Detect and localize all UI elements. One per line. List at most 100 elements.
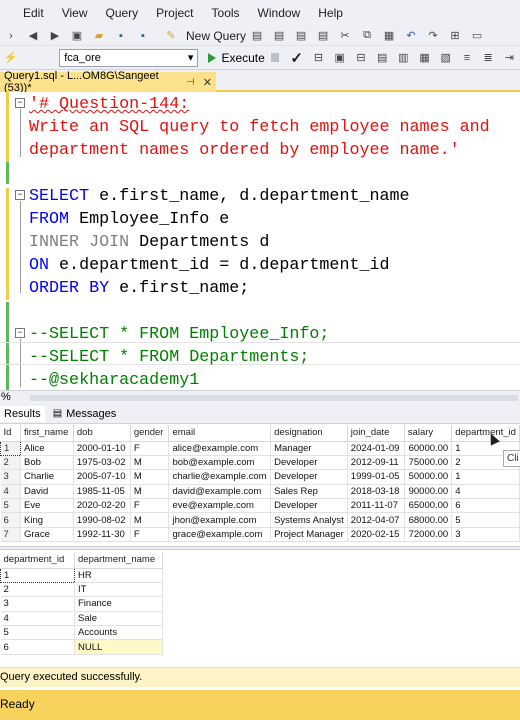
table-cell[interactable]: 90000.00 [404, 484, 453, 500]
table-cell[interactable]: Developer [270, 498, 348, 514]
table-cell[interactable]: 2024-01-09 [347, 441, 405, 456]
table-cell[interactable]: Project Manager [270, 527, 348, 543]
comment-icon[interactable]: ≡ [459, 51, 474, 65]
table-cell[interactable]: 4 [0, 611, 75, 627]
table-cell[interactable]: 75000.00 [404, 455, 453, 471]
column-header[interactable]: email [168, 425, 272, 442]
table-cell[interactable]: M [130, 469, 170, 485]
table-row[interactable]: 1 Alice 2000-01-10 Falice@example.com Manage… [0, 440, 520, 456]
column-header[interactable]: join_date [347, 425, 405, 442]
table-cell[interactable]: 72000.00 [404, 527, 453, 543]
results-to-text-icon[interactable]: ▥ [396, 51, 411, 65]
table-cell[interactable]: charlie@example.com [168, 469, 272, 485]
table-cell[interactable]: F [130, 441, 170, 456]
table-cell[interactable]: Charlie [20, 469, 74, 485]
table-row[interactable]: 5 Accounts [0, 625, 163, 641]
table-row[interactable]: 2 Bob 1975-03-02 Mbob@example.com Developer 2… [0, 455, 520, 471]
table-cell[interactable]: Accounts [74, 625, 163, 641]
indent-icon[interactable]: ⇥ [502, 51, 517, 65]
table-cell[interactable]: 2000-01-10 [73, 441, 131, 456]
table-cell[interactable]: F [130, 527, 170, 543]
connect-icon[interactable]: ⚡ [3, 51, 18, 65]
results-divider[interactable] [0, 546, 520, 550]
column-header[interactable]: dob [73, 425, 131, 442]
table-cell[interactable]: 2011-11-07 [347, 498, 405, 514]
results-grid-employees[interactable]: Id first_name dob gender email designati… [0, 425, 520, 543]
query-designer-icon[interactable]: ▣ [332, 51, 347, 65]
paste-icon[interactable]: ▦ [381, 29, 397, 43]
results-to-file-icon[interactable]: ▧ [438, 51, 453, 65]
menu-tools[interactable]: Tools [203, 6, 249, 20]
save-icon[interactable]: ▪ [113, 29, 129, 43]
table-row[interactable]: 7 Grace 1992-11-30 Fgrace@example.com Projec… [0, 527, 520, 543]
table-cell[interactable]: Sales Rep [270, 484, 348, 500]
table-cell[interactable]: 2012-09-11 [347, 455, 405, 471]
table-cell[interactable]: 68000.00 [404, 512, 453, 528]
display-plan-icon[interactable]: ⊟ [311, 51, 326, 65]
horizontal-scrollbar[interactable] [30, 395, 518, 401]
query-mdx-icon[interactable]: ▤ [249, 29, 265, 43]
table-cell[interactable]: 2018-03-18 [347, 484, 405, 500]
table-cell[interactable]: F [130, 498, 170, 514]
results-to-grid-icon[interactable]: ▦ [417, 51, 432, 65]
row-number-cell[interactable]: 3 [0, 469, 21, 485]
table-cell[interactable]: 2020-02-20 [73, 498, 131, 514]
table-cell[interactable]: M [130, 484, 170, 500]
undo-icon[interactable]: ↶ [403, 29, 419, 43]
table-cell[interactable]: Finance [74, 596, 163, 612]
table-row[interactable]: 6 King 1990-08-02 Mjhon@example.com Systems … [0, 512, 520, 528]
table-cell[interactable]: 1 [0, 567, 75, 583]
back-icon[interactable]: ◀ [25, 29, 41, 43]
table-cell[interactable]: alice@example.com [168, 441, 272, 456]
column-header[interactable]: department_id [0, 552, 75, 569]
uncomment-icon[interactable]: ≣ [481, 51, 496, 65]
table-row[interactable]: 4 David 1985-11-05 Mdavid@example.com Sales … [0, 484, 520, 500]
table-cell[interactable]: Sale [74, 611, 163, 627]
table-cell[interactable]: Developer [270, 469, 348, 485]
table-cell[interactable]: 5 [0, 625, 75, 641]
forward-icon[interactable]: ▶ [47, 29, 63, 43]
table-cell[interactable]: Alice [20, 441, 74, 456]
redo-icon[interactable]: ↷ [425, 29, 441, 43]
table-cell[interactable]: eve@example.com [168, 498, 272, 514]
table-cell[interactable]: 1990-08-02 [73, 512, 131, 528]
cancel-query-icon[interactable] [270, 53, 280, 62]
results-grid-departments[interactable]: department_id department_name 1 HR 2 IT 3 Fin… [0, 552, 163, 655]
tab-messages[interactable]: ▤ Messages [53, 408, 117, 420]
table-row[interactable]: 1 HR [0, 567, 163, 583]
table-row[interactable]: 4 Sale [0, 611, 163, 627]
column-header[interactable]: department_name [74, 552, 163, 569]
table-cell[interactable]: HR [74, 568, 163, 583]
include-plan-icon[interactable]: ⊟ [353, 51, 368, 65]
execute-button[interactable]: Execute [208, 51, 265, 65]
table-cell[interactable]: Systems Analyst [270, 512, 348, 528]
table-cell[interactable]: 3 [451, 527, 520, 543]
collapse-icon[interactable]: − [15, 190, 25, 200]
zoom-level[interactable]: % [1, 391, 11, 403]
table-cell[interactable]: 6 [0, 639, 75, 655]
table-cell[interactable]: King [20, 512, 74, 528]
row-number-cell[interactable]: 6 [0, 512, 21, 528]
table-cell[interactable]: 2020-02-15 [347, 527, 405, 543]
table-cell[interactable]: M [130, 512, 170, 528]
table-row[interactable]: 6 NULL [0, 639, 163, 655]
find-icon[interactable]: ⊞ [447, 29, 463, 43]
column-header[interactable]: salary [404, 425, 453, 442]
column-header[interactable]: gender [130, 425, 170, 442]
column-header[interactable]: department_id [451, 425, 520, 442]
table-cell[interactable]: 2005-07-10 [73, 469, 131, 485]
table-row[interactable]: 2 IT [0, 582, 163, 598]
database-select[interactable]: fca_ore ▾ [59, 48, 199, 67]
table-cell[interactable]: IT [74, 582, 163, 598]
table-cell[interactable]: Developer [270, 455, 348, 471]
row-number-cell[interactable]: 5 [0, 498, 21, 514]
close-icon[interactable]: ✕ [203, 76, 212, 89]
copy-icon[interactable]: ⧉ [359, 29, 375, 43]
table-cell[interactable]: 65000.00 [404, 498, 453, 514]
query-xmla-icon[interactable]: ▤ [293, 29, 309, 43]
query-dmx-icon[interactable]: ▤ [271, 29, 287, 43]
menu-view[interactable]: View [53, 6, 97, 20]
statistics-icon[interactable]: ▤ [375, 51, 390, 65]
table-cell[interactable]: Eve [20, 498, 74, 514]
menu-project[interactable]: Project [147, 6, 202, 20]
